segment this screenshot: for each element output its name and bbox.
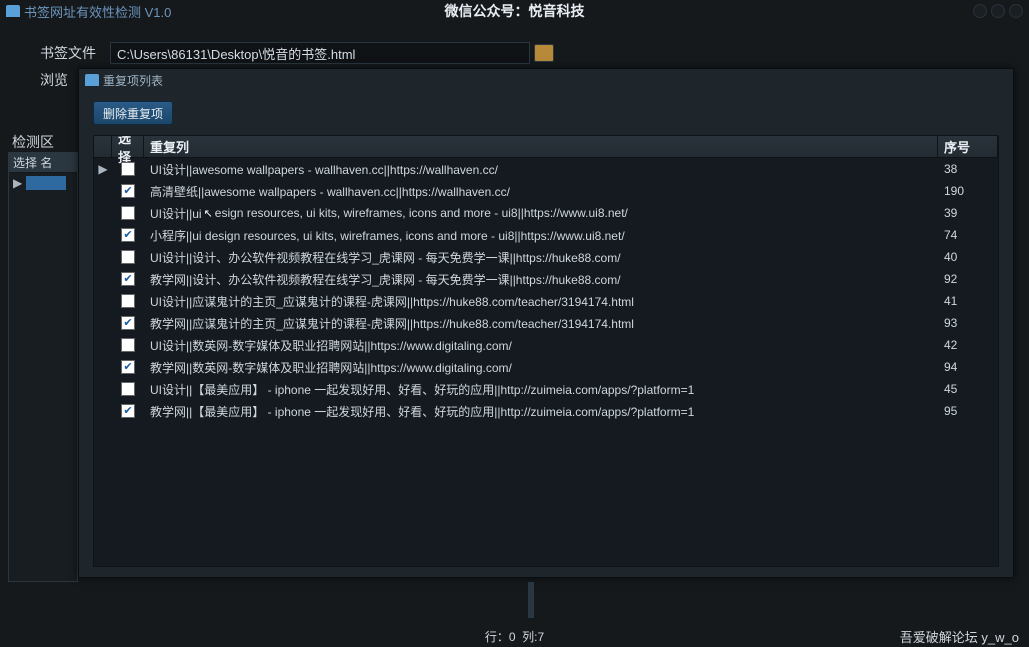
app-icon xyxy=(6,5,20,17)
row-checkbox[interactable] xyxy=(112,272,144,286)
window-controls xyxy=(973,4,1023,18)
table-row[interactable]: 教学网||【最美应用】 - iphone 一起发现好用、好看、好玩的应用||ht… xyxy=(94,400,998,422)
row-arrow-icon: ▶ xyxy=(94,162,112,176)
selected-cell xyxy=(26,176,66,190)
col-arrow xyxy=(94,136,112,157)
row-duplicate-text: UI设计||设计、办公软件视频教程在线学习_虎课网 - 每天免费学一课||htt… xyxy=(144,249,938,266)
statusbar: 行：0 列:7 吾爱破解论坛 y_w_o xyxy=(0,625,1029,647)
row-seq: 92 xyxy=(938,272,998,286)
table-row[interactable]: 小程序||ui design resources, ui kits, wiref… xyxy=(94,224,998,246)
row-duplicate-text: 小程序||ui design resources, ui kits, wiref… xyxy=(144,227,938,244)
table-row[interactable]: UI设计||数英网-数字媒体及职业招聘网站||https://www.digit… xyxy=(94,334,998,356)
bookmark-file-label: 书签文件 xyxy=(40,43,110,63)
row-checkbox[interactable] xyxy=(112,162,144,176)
main-titlebar: 书签网址有效性检测 V1.0 微信公众号：悦音科技 xyxy=(0,0,1029,22)
dialog-icon xyxy=(85,74,99,86)
row-arrow-icon: ▶ xyxy=(13,176,22,190)
row-duplicate-text: 教学网||数英网-数字媒体及职业招聘网站||https://www.digita… xyxy=(144,359,938,376)
delete-duplicates-button[interactable]: 删除重复项 xyxy=(93,101,173,125)
table-row[interactable]: UI设计||【最美应用】 - iphone 一起发现好用、好看、好玩的应用||h… xyxy=(94,378,998,400)
row-duplicate-text: UI设计||应谋鬼计的主页_应谋鬼计的课程-虎课网||https://huke8… xyxy=(144,293,938,310)
row-duplicate-text: 教学网||应谋鬼计的主页_应谋鬼计的课程-虎课网||https://huke88… xyxy=(144,315,938,332)
row-seq: 93 xyxy=(938,316,998,330)
close-button[interactable] xyxy=(1009,4,1023,18)
row-seq: 38 xyxy=(938,162,998,176)
row-checkbox[interactable] xyxy=(112,382,144,396)
app-title: 书签网址有效性检测 V1.0 xyxy=(24,2,171,21)
cursor-icon: ↖ xyxy=(204,207,213,220)
row-seq: 74 xyxy=(938,228,998,242)
detect-grid: 选择 名 ▶ xyxy=(8,152,78,582)
row-checkbox[interactable] xyxy=(112,206,144,220)
row-checkbox[interactable] xyxy=(112,228,144,242)
col-seq[interactable]: 序号 xyxy=(938,136,998,157)
detect-grid-header: 选择 名 xyxy=(9,153,77,173)
col-duplicate[interactable]: 重复列 xyxy=(144,136,938,157)
table-row[interactable]: UI设计||应谋鬼计的主页_应谋鬼计的课程-虎课网||https://huke8… xyxy=(94,290,998,312)
row-checkbox[interactable] xyxy=(112,316,144,330)
row-checkbox[interactable] xyxy=(112,360,144,374)
table-row[interactable]: 教学网||数英网-数字媒体及职业招聘网站||https://www.digita… xyxy=(94,356,998,378)
status-col: 列:7 xyxy=(522,628,544,645)
row-seq: 40 xyxy=(938,250,998,264)
row-checkbox[interactable] xyxy=(112,294,144,308)
row-checkbox[interactable] xyxy=(112,250,144,264)
bookmark-file-input[interactable] xyxy=(110,42,530,64)
row-seq: 42 xyxy=(938,338,998,352)
table-row[interactable]: ▶ UI设计||awesome wallpapers - wallhaven.cc… xyxy=(94,158,998,180)
detect-grid-row[interactable]: ▶ xyxy=(9,173,77,193)
row-duplicate-text: UI设计||ui ↖esign resources, ui kits, wire… xyxy=(144,205,938,222)
row-seq: 39 xyxy=(938,206,998,220)
table-row[interactable]: 教学网||应谋鬼计的主页_应谋鬼计的课程-虎课网||https://huke88… xyxy=(94,312,998,334)
minimize-button[interactable] xyxy=(973,4,987,18)
dialog-titlebar: 重复项列表 xyxy=(79,69,1013,91)
row-duplicate-text: 教学网||设计、办公软件视频教程在线学习_虎课网 - 每天免费学一课||http… xyxy=(144,271,938,288)
table-row[interactable]: 高清壁纸||awesome wallpapers - wallhaven.cc|… xyxy=(94,180,998,202)
duplicates-grid: 选择 重复列 序号 ▶ UI设计||awesome wallpapers - wa… xyxy=(93,135,999,567)
table-row[interactable]: UI设计||设计、办公软件视频教程在线学习_虎课网 - 每天免费学一课||htt… xyxy=(94,246,998,268)
table-row[interactable]: 教学网||设计、办公软件视频教程在线学习_虎课网 - 每天免费学一课||http… xyxy=(94,268,998,290)
row-duplicate-text: UI设计||awesome wallpapers - wallhaven.cc|… xyxy=(144,161,938,178)
dialog-title: 重复项列表 xyxy=(103,72,163,89)
maximize-button[interactable] xyxy=(991,4,1005,18)
splitter-vertical[interactable] xyxy=(528,582,534,618)
status-right: 吾爱破解论坛 y_w_o xyxy=(900,627,1019,646)
row-seq: 95 xyxy=(938,404,998,418)
row-seq: 94 xyxy=(938,360,998,374)
row-duplicate-text: 教学网||【最美应用】 - iphone 一起发现好用、好看、好玩的应用||ht… xyxy=(144,403,938,420)
row-duplicate-text: UI设计||数英网-数字媒体及职业招聘网站||https://www.digit… xyxy=(144,337,938,354)
row-checkbox[interactable] xyxy=(112,184,144,198)
row-checkbox[interactable] xyxy=(112,404,144,418)
browse-button[interactable] xyxy=(534,44,554,62)
row-duplicate-text: 高清壁纸||awesome wallpapers - wallhaven.cc|… xyxy=(144,183,938,200)
grid-header: 选择 重复列 序号 xyxy=(94,136,998,158)
duplicate-dialog: 重复项列表 删除重复项 选择 重复列 序号 ▶ UI设计||awesome wal… xyxy=(78,68,1014,578)
row-seq: 45 xyxy=(938,382,998,396)
table-row[interactable]: UI设计||ui ↖esign resources, ui kits, wire… xyxy=(94,202,998,224)
detect-area-label: 检测区 xyxy=(12,132,54,152)
row-duplicate-text: UI设计||【最美应用】 - iphone 一起发现好用、好看、好玩的应用||h… xyxy=(144,381,938,398)
row-seq: 190 xyxy=(938,184,998,198)
col-select[interactable]: 选择 xyxy=(112,136,144,157)
row-checkbox[interactable] xyxy=(112,338,144,352)
row-seq: 41 xyxy=(938,294,998,308)
status-row: 行：0 xyxy=(485,628,516,645)
